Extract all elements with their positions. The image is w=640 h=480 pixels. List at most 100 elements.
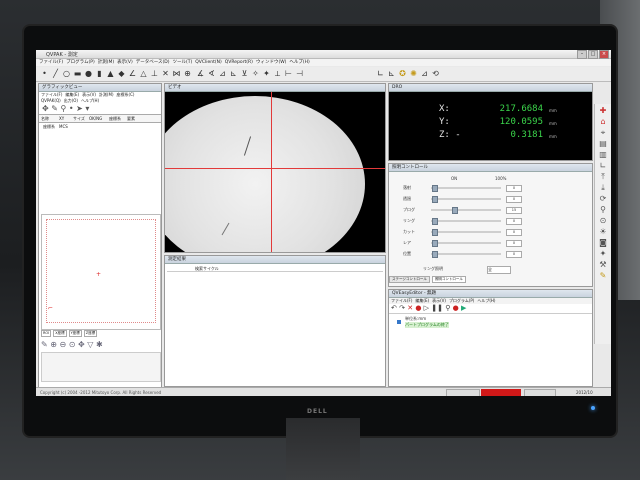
lighting-slider-track[interactable] <box>431 253 501 255</box>
lighting-slider-track[interactable] <box>431 209 501 211</box>
lighting-slider-handle[interactable] <box>432 185 439 192</box>
lighting-slider-track[interactable] <box>431 187 501 189</box>
pattern-search-icon[interactable]: ✪ <box>398 69 407 78</box>
gv-menu-coord[interactable]: 座標系(C) <box>117 92 135 98</box>
col-xy[interactable]: XY <box>59 115 73 122</box>
auto-icon[interactable]: ⟳ <box>597 194 609 203</box>
feature-tool-d-icon[interactable]: ⊾ <box>229 69 238 78</box>
autofocus-icon[interactable]: ✺ <box>409 69 418 78</box>
pp-menu-help[interactable]: ヘルプ(H) <box>477 298 495 304</box>
ring-light-select[interactable]: 全 <box>487 266 511 274</box>
menu-measure[interactable]: 計測(M) <box>98 59 114 66</box>
lighting-value-field[interactable]: 0 <box>506 218 522 225</box>
stage-down-icon[interactable]: ⤓ <box>597 183 609 192</box>
feature-tool-b-icon[interactable]: ∢ <box>207 69 216 78</box>
lighting-slider-handle[interactable] <box>452 207 458 214</box>
tab-stage-control[interactable]: ステージコントロール <box>389 276 430 283</box>
lighting-slider-handle[interactable] <box>432 196 439 203</box>
edit-icon[interactable]: ✎ <box>597 271 609 280</box>
lighting-value-field[interactable]: 0 <box>506 229 522 236</box>
graphics-canvas[interactable]: + ⌐ <box>41 214 161 330</box>
cone-tool-icon[interactable]: ▲ <box>106 69 115 78</box>
cylinder-tool-icon[interactable]: ▮ <box>95 69 104 78</box>
focus-icon[interactable]: ⊙ <box>597 216 609 225</box>
zoom-icon[interactable]: ⚲ <box>597 205 609 214</box>
col-element[interactable]: 要素 <box>127 115 143 122</box>
menu-view[interactable]: 表示(V) <box>117 59 133 66</box>
redo-icon[interactable]: ↷ <box>399 304 405 312</box>
gv-edit-icon[interactable]: ✎ <box>51 104 58 113</box>
gv-zoom-icon[interactable]: ⚲ <box>61 104 67 113</box>
line-tool-icon[interactable]: ╱ <box>51 69 60 78</box>
lighting-slider-track[interactable] <box>431 220 501 222</box>
feature-tool-e-icon[interactable]: ⊻ <box>240 69 249 78</box>
menu-help[interactable]: ヘルプ(H) <box>289 59 309 66</box>
lighting-value-field[interactable]: 0 <box>506 251 522 258</box>
menu-file[interactable]: ファイル(F) <box>39 59 63 66</box>
undo-icon[interactable]: ↶ <box>391 304 397 312</box>
zoom-fit-icon[interactable]: ⊙ <box>69 340 76 349</box>
feature-tool-i-icon[interactable]: ⊢ <box>284 69 293 78</box>
coordinate-tool-icon[interactable]: ⊿ <box>420 69 429 78</box>
table-row[interactable]: 座標系 MCS <box>39 123 161 130</box>
zoom-in-icon[interactable]: ⊕ <box>50 340 57 349</box>
menu-database[interactable]: データベース(D) <box>136 59 170 66</box>
feature-tool-c-icon[interactable]: ⊿ <box>218 69 227 78</box>
break-icon[interactable]: ● <box>453 304 459 312</box>
pp-line-end[interactable]: パートプログラムの終了 <box>405 322 449 328</box>
result-search-cycle[interactable]: 検索サイクル <box>167 265 383 272</box>
maximize-button[interactable]: □ <box>588 50 598 59</box>
home-icon[interactable]: ⌂ <box>597 117 609 126</box>
minimize-button[interactable]: – <box>577 50 587 59</box>
search-icon[interactable]: ⚲ <box>445 304 450 312</box>
menu-program[interactable]: プログラム(P) <box>66 59 95 66</box>
lighting-value-field[interactable]: 15 <box>506 207 522 214</box>
distance-tool-icon[interactable]: ⊥ <box>150 69 159 78</box>
menu-qvclient[interactable]: QVClient(N) <box>195 59 222 66</box>
report-icon[interactable]: ▥ <box>597 150 609 159</box>
delete-icon[interactable]: ✕ <box>407 304 413 312</box>
gv-tab-x[interactable]: X座標 <box>53 330 67 337</box>
angle-tool-icon[interactable]: ∠ <box>128 69 137 78</box>
midpoint-tool-icon[interactable]: ⊕ <box>183 69 192 78</box>
gv-tab-z[interactable]: Z座標 <box>83 330 98 337</box>
dro-settings-icon[interactable]: ✚ <box>597 106 609 115</box>
lighting-slider-handle[interactable] <box>432 229 439 236</box>
triangle-tool-icon[interactable]: △ <box>139 69 148 78</box>
tab-lighting-control[interactable]: 照明コントロール <box>431 276 466 283</box>
gv-menu-measure[interactable]: 計測(M) <box>99 92 114 98</box>
light-icon[interactable]: ☀ <box>597 227 609 236</box>
measure-start-icon[interactable]: ⌖ <box>597 128 609 137</box>
camera-icon[interactable]: ◙ <box>597 238 609 247</box>
stage-up-icon[interactable]: ⤒ <box>597 172 609 181</box>
col-name[interactable]: 名称 <box>39 115 59 122</box>
lighting-slider-track[interactable] <box>431 231 501 233</box>
run-icon[interactable]: ▶ <box>461 304 466 312</box>
pan-icon[interactable]: ✥ <box>78 340 85 349</box>
align-icon[interactable]: ∟ <box>597 161 609 170</box>
align-tool-icon[interactable]: ∟ <box>376 69 385 78</box>
lighting-slider-track[interactable] <box>431 242 501 244</box>
rotate-tool-icon[interactable]: ⟲ <box>431 69 440 78</box>
gv-tab-y[interactable]: Y座標 <box>68 330 82 337</box>
menu-window[interactable]: ウィンドウ(W) <box>256 59 286 66</box>
lighting-slider-handle[interactable] <box>432 251 439 258</box>
print-icon[interactable]: ▤ <box>597 139 609 148</box>
col-okng[interactable]: OK/NG <box>89 115 109 122</box>
gv-select-icon[interactable]: ✥ <box>42 104 49 113</box>
lighting-value-field[interactable]: 0 <box>506 196 522 203</box>
gv-tab-roi[interactable]: ROI <box>41 330 52 337</box>
col-size[interactable]: サイズ <box>73 115 89 122</box>
pen-icon[interactable]: ✎ <box>41 340 48 349</box>
symmetry-tool-icon[interactable]: ⋈ <box>172 69 181 78</box>
origin-tool-icon[interactable]: ⊾ <box>387 69 396 78</box>
plane-tool-icon[interactable]: ◆ <box>117 69 126 78</box>
point-tool-icon[interactable]: • <box>40 69 49 78</box>
lighting-slider-handle[interactable] <box>432 240 439 247</box>
feature-tool-f-icon[interactable]: ✧ <box>251 69 260 78</box>
camera-image[interactable] <box>165 92 385 252</box>
feature-tool-g-icon[interactable]: ✦ <box>262 69 271 78</box>
feature-tool-h-icon[interactable]: ⟂ <box>273 69 282 78</box>
lighting-slider-track[interactable] <box>431 198 501 200</box>
menu-tools[interactable]: ツール(T) <box>172 59 192 66</box>
